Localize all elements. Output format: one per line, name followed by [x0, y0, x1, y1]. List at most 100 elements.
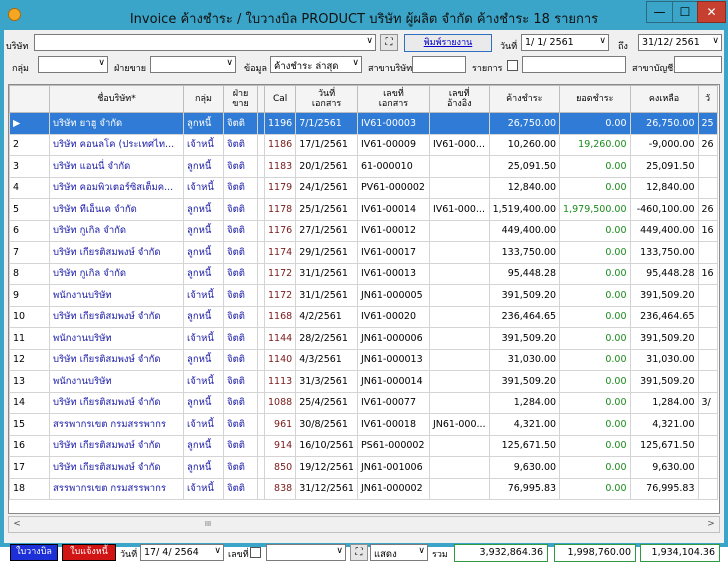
company-select[interactable] [34, 34, 376, 51]
balance-cell: 391,509.20 [629, 327, 699, 350]
table-row[interactable]: 12 บริษัท เกียรติสมพงษ์ จำกัด ลูกหนี้ จิตติ… [9, 348, 718, 371]
scroll-right-icon[interactable]: > [703, 517, 719, 532]
to-label: ถึง [618, 42, 628, 52]
table-row[interactable]: ▶ บริษัท ยาฮู จำกัด ลูกหนี้ จิตติ 1196 7/1/25… [9, 112, 718, 135]
docno-checkbox[interactable] [250, 547, 261, 558]
table-row[interactable]: 8 บริษัท กูเกิล จำกัด ลูกหนี้ จิตติ 1172 31/1… [9, 262, 718, 285]
doc-date-cell: 16/10/2561 [295, 434, 358, 457]
doc-date-cell: 30/8/2561 [295, 413, 358, 436]
sales-side-select[interactable] [150, 56, 236, 73]
outstanding-cell: 125,671.50 [488, 434, 561, 457]
extra-cell [697, 241, 718, 264]
paid-cell: 0.00 [559, 284, 631, 307]
outstanding-cell: 236,464.65 [488, 305, 561, 328]
outstanding-cell: 449,400.00 [488, 219, 561, 242]
sales-side-cell: จิตติ [223, 262, 258, 285]
row-number: 13 [9, 370, 50, 393]
bottom-date-label: วันที่ [120, 550, 138, 560]
cal-cell: 1140 [263, 348, 297, 371]
doc-number-cell: 61-000010 [356, 155, 430, 178]
table-row[interactable]: 11 พนักงานบริษัท เจ้าหนี้ จิตติ 1144 28/2/256… [9, 327, 718, 350]
cal-cell: 1183 [263, 155, 297, 178]
date-to-picker[interactable]: 31/12/ 2561 [638, 34, 722, 51]
spacer-cell [257, 434, 265, 457]
cal-cell: 1179 [263, 176, 297, 199]
table-row[interactable]: 2 บริษัท คอนลโค (ประเทศไท... เจ้าหนี้ จิตติ… [9, 133, 718, 156]
header-cal[interactable]: Cal [263, 85, 297, 113]
row-number: 5 [9, 198, 50, 221]
table-row[interactable]: 3 บริษัท แอนนี่ จำกัด ลูกหนี้ จิตติ 1183 20/1… [9, 155, 718, 178]
account-branch-field[interactable] [674, 56, 722, 73]
table-row[interactable]: 5 บริษัท ทีเอ็นเค จำกัด ลูกหนี้ จิตติ 1178 25… [9, 198, 718, 221]
paid-cell: 0.00 [559, 456, 631, 479]
doc-number-cell: PV61-000002 [356, 176, 430, 199]
header-extra[interactable]: วั [697, 85, 718, 113]
table-row[interactable]: 10 บริษัท เกียรติสมพงษ์ จำกัด ลูกหนี้ จิตติ… [9, 305, 718, 328]
table-row[interactable]: 13 พนักงานบริษัท เจ้าหนี้ จิตติ 1113 31/3/256… [9, 370, 718, 393]
outstanding-cell: 95,448.28 [488, 262, 561, 285]
cal-cell: 1168 [263, 305, 297, 328]
cal-cell: 838 [263, 477, 297, 500]
header-group[interactable]: กลุ่ม [183, 85, 224, 113]
data-filter-select[interactable]: ค้างชำระ ล่าสุด [270, 56, 362, 73]
header-sales-side[interactable]: ฝ่าย ขาย [223, 85, 258, 113]
paid-cell: 0.00 [559, 413, 631, 436]
items-field[interactable] [522, 56, 626, 73]
paid-cell: 1,979,500.00 [559, 198, 631, 221]
header-doc-date[interactable]: วันที่ เอกสาร [295, 85, 358, 113]
extra-cell: 26 [697, 133, 718, 156]
items-checkbox[interactable] [507, 60, 518, 71]
horizontal-scrollbar[interactable]: < III > [8, 516, 720, 533]
header-balance[interactable]: คงเหลือ [629, 85, 699, 113]
table-row[interactable]: 4 บริษัท คอมพิวเตอร์ซิสเต็มค... เจ้าหนี้ จิ… [9, 176, 718, 199]
sales-side-cell: จิตติ [223, 456, 258, 479]
header-paid[interactable]: ยอดชำระ [559, 85, 631, 113]
table-row[interactable]: 18 สรรพากรเขต กรมสรรพากร เจ้าหนี้ จิตติ 838 3… [9, 477, 718, 500]
balance-cell: 125,671.50 [629, 434, 699, 457]
table-row[interactable]: 6 บริษัท กูเกิล จำกัด ลูกหนี้ จิตติ 1176 27/1… [9, 219, 718, 242]
table-row[interactable]: 16 บริษัท เกียรติสมพงษ์ จำกัด ลูกหนี้ จิตติ… [9, 434, 718, 457]
doc-date-cell: 20/1/2561 [295, 155, 358, 178]
ref-number-cell [428, 348, 490, 371]
outstanding-cell: 4,321.00 [488, 413, 561, 436]
group-cell: ลูกหนี้ [183, 262, 224, 285]
extra-cell [697, 477, 718, 500]
table-row[interactable]: 9 พนักงานบริษัท เจ้าหนี้ จิตติ 1172 31/1/2561… [9, 284, 718, 307]
table-row[interactable]: 17 บริษัท เกียรติสมพงษ์ จำกัด ลูกหนี้ จิตติ… [9, 456, 718, 479]
scroll-left-icon[interactable]: < [9, 517, 25, 532]
outstanding-cell: 10,260.00 [488, 133, 561, 156]
header-company[interactable]: ชื่อบริษัท* [49, 85, 184, 113]
invoice-grid[interactable]: ชื่อบริษัท* กลุ่ม ฝ่าย ขาย Cal วันที่ เอกส… [8, 84, 720, 514]
doc-date-cell: 17/1/2561 [295, 133, 358, 156]
print-report-button[interactable]: พิมพ์รายงาน [404, 34, 492, 52]
ref-number-cell [428, 241, 490, 264]
cal-cell: 1172 [263, 284, 297, 307]
doc-number-cell: IV61-00017 [356, 241, 430, 264]
minimize-button[interactable]: — [646, 1, 673, 23]
table-row[interactable]: 7 บริษัท เกียรติสมพงษ์ จำกัด ลูกหนี้ จิตติ 1… [9, 241, 718, 264]
outstanding-cell: 133,750.00 [488, 241, 561, 264]
table-row[interactable]: 15 สรรพากรเขต กรมสรรพากร เจ้าหนี้ จิตติ 961 3… [9, 413, 718, 436]
table-row[interactable]: 14 บริษัท เกียรติสมพงษ์ จำกัด ลูกหนี้ จิตติ… [9, 391, 718, 414]
items-label: รายการ [472, 64, 503, 74]
header-doc-number[interactable]: เลขที่ เอกสาร [356, 85, 430, 113]
balance-cell: 26,750.00 [629, 112, 699, 135]
header-outstanding[interactable]: ค้างชำระ [488, 85, 561, 113]
date-from-picker[interactable]: 1/ 1/ 2561 [521, 34, 609, 51]
header-ref-number[interactable]: เลขที่ อ้างอิง [428, 85, 490, 113]
group-cell: เจ้าหนี้ [183, 176, 224, 199]
close-button[interactable]: ✕ [697, 1, 726, 23]
group-select[interactable] [38, 56, 108, 73]
branch-field[interactable] [412, 56, 466, 73]
row-number: 12 [9, 348, 50, 371]
paid-cell: 0.00 [559, 477, 631, 500]
spacer-cell [257, 219, 265, 242]
ref-number-cell [428, 262, 490, 285]
maximize-button[interactable]: ☐ [672, 1, 698, 23]
search-binoculars-icon[interactable]: ⛶ [380, 34, 398, 51]
scroll-thumb[interactable]: III [193, 520, 223, 529]
group-cell: เจ้าหนี้ [183, 477, 224, 500]
paid-cell: 0.00 [559, 219, 631, 242]
extra-cell [697, 370, 718, 393]
sales-side-cell: จิตติ [223, 176, 258, 199]
